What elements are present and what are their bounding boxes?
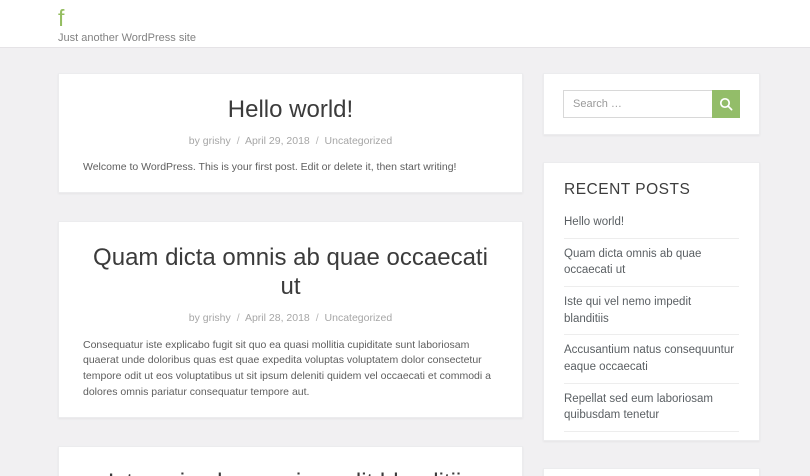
post-meta: by grishy / April 28, 2018 / Uncategoriz… — [83, 311, 498, 326]
recent-posts-widget: RECENT POSTS Hello world! Quam dicta omn… — [543, 162, 760, 441]
site-tagline: Just another WordPress site — [58, 32, 810, 44]
meta-separator: / — [237, 312, 240, 324]
meta-separator: / — [316, 312, 319, 324]
sidebar: RECENT POSTS Hello world! Quam dicta omn… — [543, 73, 760, 476]
search-icon — [719, 97, 733, 111]
recent-posts-title: RECENT POSTS — [564, 181, 739, 199]
recent-posts-list: Hello world! Quam dicta omnis ab quae oc… — [564, 207, 739, 432]
post-excerpt: Consequatur iste explicabo fugit sit quo… — [83, 338, 498, 401]
post-meta: by grishy / April 29, 2018 / Uncategoriz… — [83, 134, 498, 149]
search-widget — [543, 73, 760, 135]
meta-separator: / — [316, 135, 319, 147]
category-link[interactable]: Uncategorized — [325, 312, 393, 324]
recent-post-link[interactable]: Quam dicta omnis ab quae occaecati ut — [564, 239, 739, 287]
post-card-hello-world: Hello world! by grishy / April 29, 2018 … — [58, 73, 523, 193]
post-date-link[interactable]: April 29, 2018 — [245, 135, 310, 147]
site-header: f Just another WordPress site — [0, 0, 810, 48]
byline-label: by — [189, 135, 200, 147]
search-input[interactable] — [563, 90, 712, 118]
post-title-link[interactable]: Iste qui vel nemo impedit blanditiis — [83, 469, 498, 476]
recent-post-link[interactable]: Hello world! — [564, 207, 739, 239]
recent-post-link[interactable]: Iste qui vel nemo impedit blanditiis — [564, 287, 739, 335]
search-form — [563, 90, 740, 118]
post-title-link[interactable]: Quam dicta omnis ab quae occaecati ut — [83, 244, 498, 302]
post-date-link[interactable]: April 28, 2018 — [245, 312, 310, 324]
post-excerpt: Welcome to WordPress. This is your first… — [83, 160, 498, 176]
category-link[interactable]: Uncategorized — [325, 135, 393, 147]
meta-separator: / — [237, 135, 240, 147]
author-link[interactable]: grishy — [203, 135, 231, 147]
post-card-quam-dicta: Quam dicta omnis ab quae occaecati ut by… — [58, 221, 523, 417]
recent-post-link[interactable]: Accusantium natus consequuntur eaque occ… — [564, 335, 739, 383]
recent-comments-widget: RECENT COMMENTS A WordPress Commenter on… — [543, 468, 760, 476]
content-area: Hello world! by grishy / April 29, 2018 … — [0, 48, 810, 476]
posts-column: Hello world! by grishy / April 29, 2018 … — [58, 73, 523, 476]
byline-label: by — [189, 312, 200, 324]
site-logo[interactable]: f — [58, 6, 64, 30]
post-title-link[interactable]: Hello world! — [83, 96, 498, 125]
search-button[interactable] — [712, 90, 740, 118]
recent-post-link[interactable]: Repellat sed eum laboriosam quibusdam te… — [564, 384, 739, 432]
author-link[interactable]: grishy — [203, 312, 231, 324]
post-card-iste-qui: Iste qui vel nemo impedit blanditiis by … — [58, 446, 523, 476]
